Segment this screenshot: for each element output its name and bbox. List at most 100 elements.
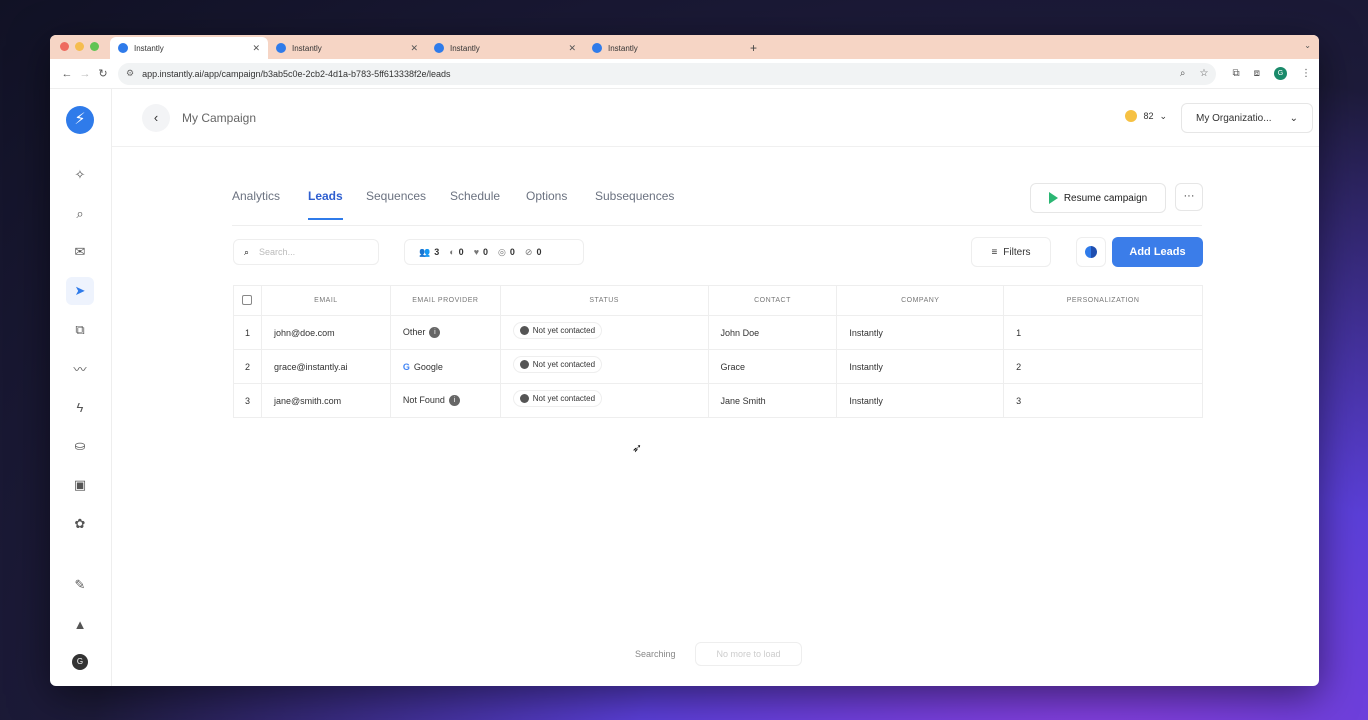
instantly-favicon-icon xyxy=(592,43,602,53)
table-row[interactable]: 2 grace@instantly.ai G Google Not yet con… xyxy=(233,349,1203,384)
column-header[interactable]: CONTACT xyxy=(707,285,838,316)
bookmark-star-icon[interactable]: ☆ xyxy=(1200,68,1209,79)
zoom-icon[interactable]: ⌕ xyxy=(1180,68,1186,79)
credits-button[interactable]: 82 ⌄ xyxy=(1125,110,1167,122)
status-badge: Not yet contacted xyxy=(512,389,603,407)
browser-tab[interactable]: Instantly ✕ xyxy=(426,37,584,59)
load-more-button[interactable]: No more to load xyxy=(695,642,802,666)
tab-schedule[interactable]: Schedule xyxy=(450,189,500,220)
browser-tab[interactable]: Instantly ✕ xyxy=(268,37,426,59)
info-icon[interactable]: i xyxy=(448,395,460,407)
coin-icon xyxy=(1125,110,1138,122)
search-input[interactable] xyxy=(259,247,360,257)
column-header[interactable]: PERSONALIZATION xyxy=(1003,285,1203,316)
rocket-icon: ▲ xyxy=(73,616,87,632)
sidebar-item-sparkle[interactable]: ✧ xyxy=(66,161,94,189)
close-tab-icon[interactable]: ✕ xyxy=(410,43,418,54)
column-header[interactable]: COMPANY xyxy=(836,285,1005,316)
column-header[interactable]: STATUS xyxy=(499,285,709,316)
browser-tab[interactable]: Instantly xyxy=(584,37,742,59)
sidebar-item-mail[interactable]: ✉ xyxy=(66,238,94,266)
sidebar-item-feedback[interactable]: ✎ xyxy=(66,571,94,599)
maximize-window-button[interactable] xyxy=(90,42,99,51)
sidebar-item-apps[interactable]: ✿ xyxy=(66,510,94,538)
table-header-row: EMAIL EMAIL PROVIDER STATUS CONTACT COMP… xyxy=(233,285,1203,316)
lead-email[interactable]: jane@smith.com xyxy=(260,383,391,418)
back-arrow-icon[interactable]: ← xyxy=(58,68,76,80)
row-number: 1 xyxy=(233,315,262,350)
sidebar-item-copy[interactable]: ⧉ xyxy=(66,316,94,344)
browser-menu-icon[interactable]: ⋮ xyxy=(1301,68,1311,79)
more-options-button[interactable]: ··· xyxy=(1175,183,1203,211)
row-number: 3 xyxy=(233,383,262,418)
count-contacted: ◐ 0 xyxy=(449,247,463,257)
sidebar-item-rocket[interactable]: ▲ xyxy=(66,610,94,638)
select-all-checkbox[interactable] xyxy=(242,294,253,305)
address-bar[interactable]: ⚙ app.instantly.ai/app/campaign/b3ab5c0e… xyxy=(118,62,1217,85)
status-cell: Not yet contacted xyxy=(499,349,709,384)
email-provider-cell: G Google xyxy=(389,349,501,384)
status-label: Not yet contacted xyxy=(532,359,596,369)
new-tab-icon[interactable]: + xyxy=(750,37,757,59)
sidebar-item-campaigns[interactable]: ➤ xyxy=(66,277,94,305)
count-value: 0 xyxy=(483,247,489,257)
minimize-window-button[interactable] xyxy=(75,42,84,51)
tab-title: Instantly xyxy=(450,43,480,53)
count-bounced: ♥ 0 xyxy=(474,247,488,257)
browser-tab[interactable]: Instantly ✕ xyxy=(110,37,268,59)
search-icon: ⌕ xyxy=(76,206,84,221)
view-toggle-button[interactable] xyxy=(1076,237,1106,267)
sidebar-item-analytics[interactable]: 〰 xyxy=(66,354,94,382)
add-leads-button[interactable]: Add Leads xyxy=(1112,237,1203,267)
tab-options[interactable]: Options xyxy=(526,189,567,220)
lead-counts: 👥 3 ◐ 0 ♥ 0 ◎ 0 ⊘ 0 xyxy=(404,239,584,265)
tab-sequences[interactable]: Sequences xyxy=(366,189,426,220)
close-tab-icon[interactable]: ✕ xyxy=(252,43,260,54)
organization-name: My Organizatio... xyxy=(1196,112,1272,124)
search-icon: ⌕ xyxy=(244,246,250,257)
sidebar-item-automation[interactable]: ϟ xyxy=(66,393,94,421)
table-row[interactable]: 1 john@doe.com Other i Not yet contacted … xyxy=(233,315,1203,350)
lead-company: Instantly xyxy=(836,315,1005,350)
lead-personalization: 1 xyxy=(1003,315,1203,350)
site-info-icon[interactable]: ⚙ xyxy=(126,68,134,79)
extensions-puzzle-icon[interactable]: ⧈ xyxy=(1254,68,1260,79)
status-badge: Not yet contacted xyxy=(512,321,603,339)
profile-avatar[interactable]: G xyxy=(1274,67,1287,80)
lead-company: Instantly xyxy=(836,383,1005,418)
tab-subsequences[interactable]: Subsequences xyxy=(595,189,674,220)
column-header[interactable]: EMAIL PROVIDER xyxy=(389,285,501,316)
info-icon[interactable]: i xyxy=(429,327,441,339)
count-value: 0 xyxy=(509,247,515,257)
lead-email[interactable]: john@doe.com xyxy=(260,315,391,350)
organization-dropdown[interactable]: My Organizatio... ⌄ xyxy=(1181,103,1313,133)
forward-arrow-icon[interactable]: → xyxy=(76,68,94,80)
close-tab-icon[interactable]: ✕ xyxy=(568,43,576,54)
ufo-icon: ⛀ xyxy=(74,438,86,453)
filters-button[interactable]: ≡ Filters xyxy=(971,237,1051,267)
tab-analytics[interactable]: Analytics xyxy=(232,189,280,220)
instantly-logo-icon[interactable]: ⚡ xyxy=(66,106,94,134)
column-header[interactable]: EMAIL xyxy=(260,285,391,316)
lead-email[interactable]: grace@instantly.ai xyxy=(260,349,391,384)
tab-strip: Instantly ✕ Instantly ✕ Instantly ✕ Inst… xyxy=(50,35,1319,59)
tab-leads[interactable]: Leads xyxy=(308,189,343,220)
close-window-button[interactable] xyxy=(60,42,69,51)
lead-company: Instantly xyxy=(836,349,1005,384)
users-icon: 👥 xyxy=(419,246,431,257)
user-avatar[interactable]: G xyxy=(72,654,88,670)
table-row[interactable]: 3 jane@smith.com Not Found i Not yet cont… xyxy=(233,383,1203,418)
translate-extension-icon[interactable]: ⧉ xyxy=(1232,68,1239,79)
sidebar-item-search[interactable]: ⌕ xyxy=(66,200,94,228)
sparkle-icon: ✧ xyxy=(74,167,86,182)
reload-icon[interactable]: ↻ xyxy=(94,67,112,80)
tab-search-chevron-icon[interactable]: ⌄ xyxy=(1304,41,1311,50)
chat-edit-icon: ✎ xyxy=(74,577,86,592)
back-button[interactable]: ‹ xyxy=(142,103,170,132)
sidebar-item-inbox[interactable]: ▣ xyxy=(66,471,94,499)
tab-title: Instantly xyxy=(608,43,638,53)
count-value: 0 xyxy=(536,247,542,257)
resume-campaign-button[interactable]: Resume campaign xyxy=(1030,183,1166,213)
status-badge: Not yet contacted xyxy=(512,355,603,373)
sidebar-item-ufo[interactable]: ⛀ xyxy=(66,432,94,460)
